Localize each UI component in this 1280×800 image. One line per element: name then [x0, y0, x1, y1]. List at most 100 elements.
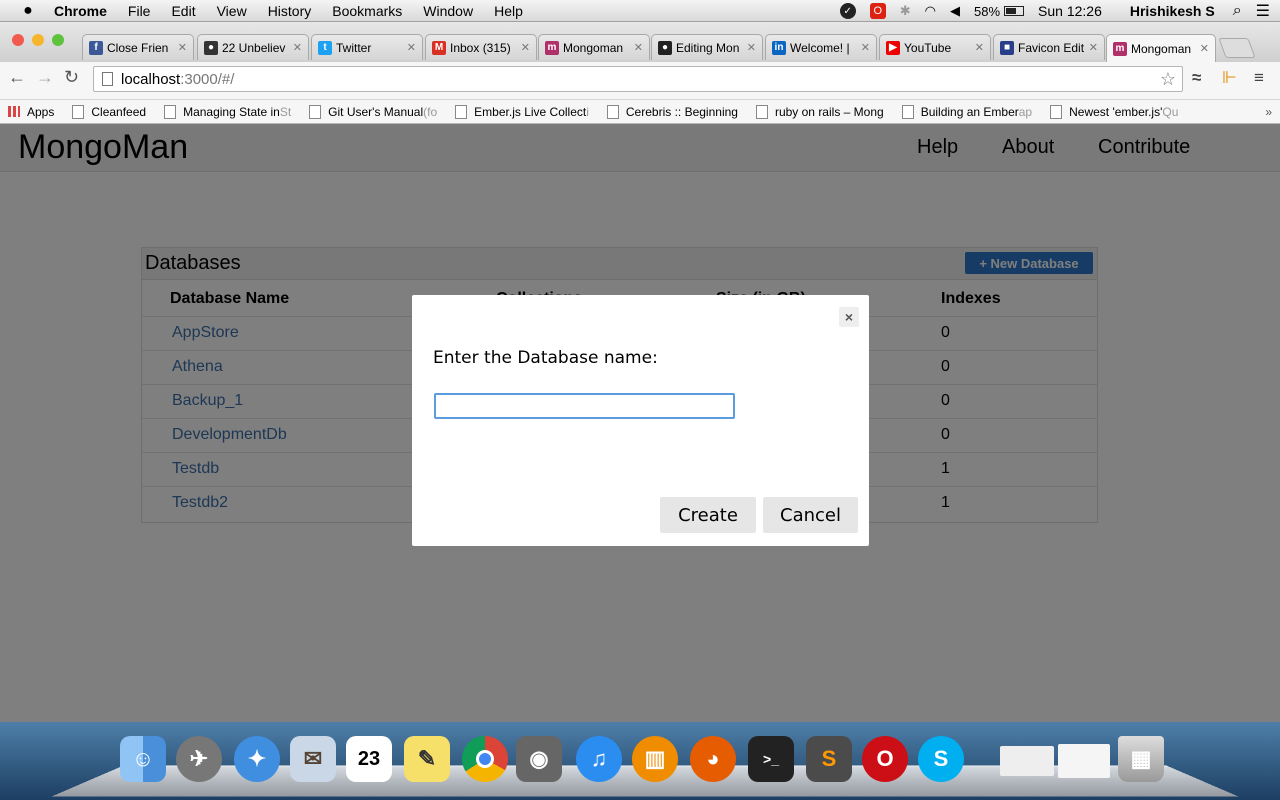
bookmark-star-icon[interactable]: ☆ — [1160, 69, 1176, 90]
close-tab-icon[interactable]: ✕ — [1089, 41, 1098, 54]
gmail-icon: M — [432, 40, 446, 55]
tab-6[interactable]: in Welcome! | ✕ — [765, 34, 877, 60]
extension-icon[interactable]: ≈ — [1192, 68, 1201, 88]
tab-3[interactable]: M Inbox (315) ✕ — [425, 34, 537, 60]
database-name-input[interactable] — [434, 393, 735, 419]
user-name[interactable]: Hrishikesh S — [1130, 3, 1215, 19]
notification-center-icon[interactable]: ☰ — [1256, 1, 1270, 21]
menu-chrome[interactable]: Chrome — [54, 3, 107, 19]
more-bookmarks-icon[interactable]: » — [1265, 105, 1272, 119]
bookmark-1[interactable]: Cleanfeed — [72, 104, 146, 119]
minimized-window-1[interactable] — [1000, 746, 1054, 776]
tab-1[interactable]: ● 22 Unbeliev ✕ — [197, 34, 309, 60]
tab-title: Favicon Edit — [1018, 40, 1085, 55]
bluetooth-icon[interactable]: ✱ — [900, 3, 911, 19]
close-tab-icon[interactable]: ✕ — [861, 41, 870, 54]
facetime-icon[interactable]: ◉ — [516, 736, 562, 782]
menu-window[interactable]: Window — [423, 3, 473, 19]
bookmark-0[interactable]: Apps — [8, 105, 54, 119]
apple-menu-icon[interactable]: ● — [18, 2, 38, 20]
twitter-icon: t — [318, 40, 332, 55]
opera-status-icon[interactable]: O — [869, 3, 886, 19]
battery-status[interactable]: 58% — [974, 4, 1025, 19]
forward-button[interactable]: → — [36, 67, 54, 88]
tab-title: Mongoman — [563, 40, 624, 55]
extension-flag-icon[interactable]: ⊩ — [1222, 68, 1237, 88]
bookmark-5[interactable]: Cerebris :: Beginning — [606, 104, 738, 119]
finder-icon[interactable]: ☺ — [120, 736, 166, 782]
tab-7[interactable]: ▶ YouTube ✕ — [879, 34, 991, 60]
menu-edit[interactable]: Edit — [171, 3, 195, 19]
menu-file[interactable]: File — [128, 3, 151, 19]
tab-2[interactable]: t Twitter ✕ — [311, 34, 423, 60]
bookmark-label-truncated: St — [279, 104, 292, 119]
close-tab-icon[interactable]: ✕ — [293, 41, 302, 54]
tab-0[interactable]: f Close Frien ✕ — [82, 34, 194, 60]
chrome-dock-icon[interactable] — [462, 736, 508, 782]
close-tab-icon[interactable]: ✕ — [634, 41, 643, 54]
back-button[interactable]: ← — [8, 67, 26, 88]
zoom-window-button[interactable] — [52, 34, 64, 46]
bookmark-label: Newest 'ember.js' — [1069, 104, 1163, 119]
reload-button[interactable]: ↻ — [64, 67, 79, 88]
close-dialog-button[interactable]: × — [839, 307, 859, 327]
bookmark-2[interactable]: Managing State in St — [164, 104, 292, 119]
launchpad-icon[interactable]: ✈ — [176, 736, 222, 782]
tab-title: Editing Mon — [676, 40, 740, 55]
close-tab-icon[interactable]: ✕ — [1200, 42, 1209, 55]
minimized-window-2[interactable] — [1058, 744, 1110, 778]
bookmark-6[interactable]: ruby on rails – Mong — [755, 104, 884, 119]
ibooks-icon[interactable]: ▥ — [632, 736, 678, 782]
tab-9[interactable]: m Mongoman ✕ — [1106, 34, 1216, 62]
apps-grid-icon — [8, 106, 20, 117]
mongoman-icon: m — [545, 40, 559, 55]
tab-8[interactable]: ■ Favicon Edit ✕ — [993, 34, 1105, 60]
menu-help[interactable]: Help — [494, 3, 523, 19]
menu-view[interactable]: View — [217, 3, 247, 19]
bookmark-favicon — [309, 104, 322, 119]
safari-icon[interactable]: ✦ — [234, 736, 280, 782]
minimize-window-button[interactable] — [32, 34, 44, 46]
firefox-icon[interactable]: ◕ — [690, 736, 736, 782]
github-icon: ● — [658, 40, 672, 55]
bookmark-3[interactable]: Git User's Manual (fo — [309, 104, 437, 119]
new-tab-button[interactable] — [1218, 38, 1256, 58]
wifi-icon[interactable]: ◠ — [925, 3, 936, 19]
spotlight-search-icon[interactable]: ⌕ — [1233, 2, 1242, 20]
bookmark-label: Ember.js Live Collect — [474, 104, 587, 119]
stickies-icon[interactable]: ✎ — [404, 736, 450, 782]
tab-title: YouTube — [904, 40, 952, 55]
clock[interactable]: Sun 12:26 — [1038, 3, 1102, 19]
tab-4[interactable]: m Mongoman ✕ — [538, 34, 650, 60]
opera-dock-icon[interactable]: O — [862, 736, 908, 782]
create-button[interactable]: Create — [660, 497, 756, 533]
itunes-icon[interactable]: ♫ — [576, 736, 622, 782]
close-tab-icon[interactable]: ✕ — [407, 41, 416, 54]
close-tab-icon[interactable]: ✕ — [178, 41, 187, 54]
menu-bookmarks[interactable]: Bookmarks — [332, 3, 402, 19]
calendar-icon[interactable]: 23 — [346, 736, 392, 782]
terminal-icon[interactable]: >_ — [748, 736, 794, 782]
bookmark-8[interactable]: Newest 'ember.js' Qu — [1050, 104, 1178, 119]
tab-title: Close Frien — [107, 40, 169, 55]
address-bar[interactable]: localhost:3000/#/ ☆ — [93, 66, 1183, 92]
trash-icon[interactable]: ▦ — [1118, 736, 1164, 782]
status-app-icon[interactable]: ✓ — [839, 3, 856, 19]
bookmark-favicon — [755, 104, 768, 119]
close-window-button[interactable] — [12, 34, 24, 46]
cancel-button[interactable]: Cancel — [763, 497, 858, 533]
bookmark-favicon — [901, 104, 914, 119]
bookmark-7[interactable]: Building an Ember ap — [901, 104, 1032, 119]
tab-5[interactable]: ● Editing Mon ✕ — [651, 34, 763, 60]
close-tab-icon[interactable]: ✕ — [747, 41, 756, 54]
bookmark-4[interactable]: Ember.js Live Collect i — [455, 104, 589, 119]
chrome-menu-icon[interactable]: ≡ — [1254, 68, 1264, 88]
skype-icon[interactable]: S — [918, 736, 964, 782]
menu-history[interactable]: History — [268, 3, 312, 19]
bookmark-label-truncated: i — [586, 104, 589, 119]
close-tab-icon[interactable]: ✕ — [521, 41, 530, 54]
volume-icon[interactable]: ◀ — [950, 3, 960, 19]
mail-icon[interactable]: ✉ — [290, 736, 336, 782]
close-tab-icon[interactable]: ✕ — [975, 41, 984, 54]
sublime-text-icon[interactable]: S — [806, 736, 852, 782]
